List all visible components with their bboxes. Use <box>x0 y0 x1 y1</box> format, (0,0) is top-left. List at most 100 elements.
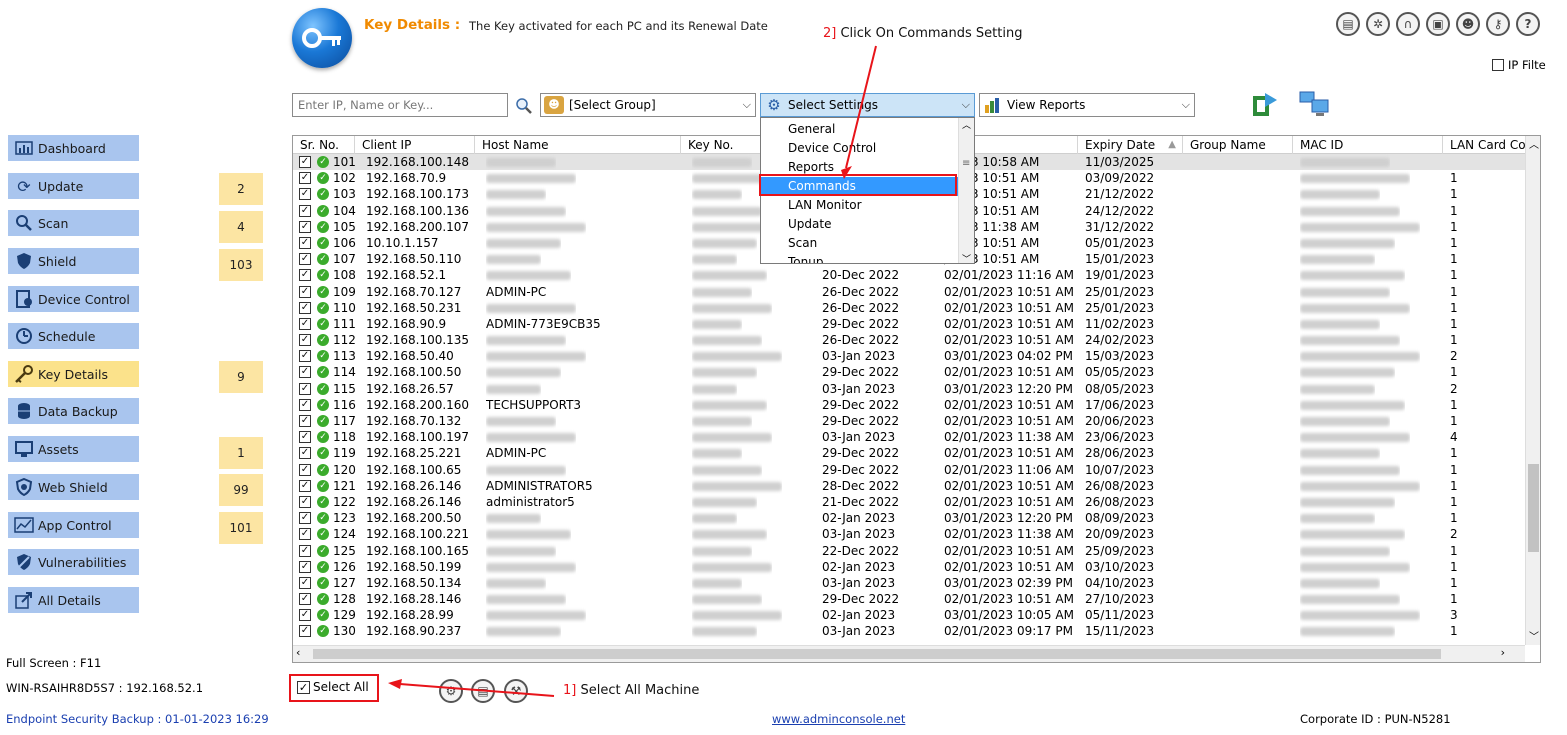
sidebar-item-key-details[interactable]: Key Details <box>8 361 139 387</box>
table-row[interactable]: ✓ ✓ 118 192.168.100.197 03-Jan 2023 02/01/202… <box>293 429 1525 445</box>
scrollbar-thumb[interactable] <box>313 649 1441 659</box>
table-row[interactable]: ✓ ✓ 128 192.168.28.146 29-Dec 2022 02/01/2023… <box>293 591 1525 607</box>
table-row[interactable]: ✓ ✓ 114 192.168.100.50 29-Dec 2022 02/01/2023… <box>293 364 1525 380</box>
col-client-ip[interactable]: Client IP <box>355 136 475 154</box>
sidebar-item-scan[interactable]: Scan <box>8 210 139 236</box>
row-checkbox[interactable]: ✓ <box>299 366 311 379</box>
table-row[interactable]: ✓ ✓ 108 192.168.52.1 20-Dec 2022 02/01/2023 1… <box>293 267 1525 283</box>
table-row[interactable]: ✓ ✓ 109 192.168.70.127 ADMIN-PC 26-Dec 2022 02… <box>293 284 1525 300</box>
row-checkbox[interactable]: ✓ <box>299 625 311 638</box>
table-row[interactable]: ✓ ✓ 121 192.168.26.146 ADMINISTRATOR5 28-Dec … <box>293 478 1525 494</box>
network-computers-icon[interactable] <box>1298 88 1332 120</box>
settings-option-tonup[interactable]: Tonup <box>761 253 960 263</box>
export-excel-icon[interactable] <box>1249 90 1279 120</box>
table-row[interactable]: ✓ ✓ 113 192.168.50.40 03-Jan 2023 03/01/2023 … <box>293 348 1525 364</box>
sidebar-item-dashboard[interactable]: Dashboard <box>8 135 139 161</box>
table-row[interactable]: ✓ ✓ 115 192.168.26.57 03-Jan 2023 03/01/2023 … <box>293 381 1525 397</box>
horizontal-scrollbar[interactable]: ‹ › <box>293 645 1525 662</box>
row-checkbox[interactable]: ✓ <box>299 447 311 460</box>
row-checkbox[interactable]: ✓ <box>299 334 311 347</box>
search-icon[interactable] <box>514 96 534 114</box>
row-checkbox[interactable]: ✓ <box>299 576 311 589</box>
users-icon[interactable]: ☻ <box>1456 12 1480 36</box>
reports-select[interactable]: View Reports ⌵ <box>979 93 1195 117</box>
scroll-down-icon[interactable]: ﹀ <box>962 252 971 263</box>
row-checkbox[interactable]: ✓ <box>299 398 311 411</box>
sidebar-item-data-backup[interactable]: Data Backup <box>8 398 139 424</box>
scroll-grip-icon[interactable]: ≡ <box>962 158 970 169</box>
sidebar-item-web-shield[interactable]: Web Shield <box>8 474 139 500</box>
printer-icon[interactable]: ▤ <box>1336 12 1360 36</box>
row-checkbox[interactable]: ✓ <box>299 188 311 201</box>
table-row[interactable]: ✓ ✓ 116 192.168.200.160 TECHSUPPORT3 29-Dec 2… <box>293 397 1525 413</box>
search-input[interactable]: Enter IP, Name or Key... <box>292 93 508 117</box>
headset-icon[interactable]: ∩ <box>1396 12 1420 36</box>
scrollbar-thumb[interactable] <box>1528 464 1539 552</box>
row-checkbox[interactable]: ✓ <box>299 528 311 541</box>
help-icon[interactable]: ? <box>1516 12 1540 36</box>
sidebar-item-device-control[interactable]: Device Control <box>8 286 139 312</box>
row-checkbox[interactable]: ✓ <box>299 253 311 266</box>
scroll-up-icon[interactable]: ︿ <box>1529 136 1539 151</box>
table-row[interactable]: ✓ ✓ 125 192.168.100.165 22-Dec 2022 02/01/202… <box>293 543 1525 559</box>
row-checkbox[interactable]: ✓ <box>299 544 311 557</box>
scroll-up-icon[interactable]: ︿ <box>962 118 971 131</box>
table-row[interactable]: ✓ ✓ 119 192.168.25.221 ADMIN-PC 29-Dec 2022 02… <box>293 445 1525 461</box>
row-checkbox[interactable]: ✓ <box>299 512 311 525</box>
table-row[interactable]: ✓ ✓ 120 192.168.100.65 29-Dec 2022 02/01/2023… <box>293 462 1525 478</box>
col-lan-card-count[interactable]: LAN Card Co <box>1443 136 1525 154</box>
row-checkbox[interactable]: ✓ <box>299 204 311 217</box>
row-checkbox[interactable]: ✓ <box>299 301 311 314</box>
col-mac-id[interactable]: MAC ID <box>1293 136 1443 154</box>
row-checkbox[interactable]: ✓ <box>299 415 311 427</box>
scroll-down-icon[interactable]: ﹀ <box>1529 628 1539 643</box>
sidebar-item-update[interactable]: ⟳ Update <box>8 173 139 199</box>
row-checkbox[interactable]: ✓ <box>299 495 311 508</box>
scroll-right-icon[interactable]: › <box>1501 646 1505 659</box>
row-checkbox[interactable]: ✓ <box>299 560 311 573</box>
table-row[interactable]: ✓ ✓ 122 192.168.26.146 administrator5 21-Dec … <box>293 494 1525 510</box>
row-checkbox[interactable]: ✓ <box>299 609 311 622</box>
col-host-name[interactable]: Host Name <box>475 136 681 154</box>
table-row[interactable]: ✓ ✓ 117 192.168.70.132 29-Dec 2022 02/01/2023… <box>293 413 1525 429</box>
settings-option-scan[interactable]: Scan <box>761 234 960 253</box>
col-group-name[interactable]: Group Name <box>1183 136 1293 154</box>
row-checkbox[interactable]: ✓ <box>299 382 311 395</box>
key-icon[interactable]: ⚷ <box>1486 12 1510 36</box>
row-checkbox[interactable]: ✓ <box>299 172 311 185</box>
sidebar-item-shield[interactable]: Shield <box>8 248 139 274</box>
row-checkbox[interactable]: ✓ <box>299 431 311 444</box>
table-row[interactable]: ✓ ✓ 126 192.168.50.199 02-Jan 2023 02/01/2023… <box>293 559 1525 575</box>
sidebar-item-vulnerabilities[interactable]: Vulnerabilities <box>8 549 139 575</box>
settings-option-lan-monitor[interactable]: LAN Monitor <box>761 196 960 215</box>
sidebar-item-schedule[interactable]: Schedule <box>8 323 139 349</box>
row-checkbox[interactable]: ✓ <box>299 236 311 249</box>
row-checkbox[interactable]: ✓ <box>299 593 311 606</box>
settings-option-update[interactable]: Update <box>761 215 960 234</box>
row-checkbox[interactable]: ✓ <box>299 463 311 476</box>
table-row[interactable]: ✓ ✓ 123 192.168.200.50 02-Jan 2023 03/01/2023… <box>293 510 1525 526</box>
col-expiry-date[interactable]: Expiry Date ▲ <box>1078 136 1183 154</box>
table-row[interactable]: ✓ ✓ 127 192.168.50.134 03-Jan 2023 03/01/2023… <box>293 575 1525 591</box>
select-all-checkbox[interactable]: ✓ <box>297 681 310 694</box>
row-checkbox[interactable]: ✓ <box>299 285 311 298</box>
group-select[interactable]: ☻ [Select Group] ⌵ <box>540 93 756 117</box>
row-checkbox[interactable]: ✓ <box>299 317 311 330</box>
console-link[interactable]: www.adminconsole.net <box>772 712 905 726</box>
sidebar-item-all-details[interactable]: All Details <box>8 587 139 613</box>
vertical-scrollbar[interactable]: ︿ ﹀ <box>1525 136 1540 645</box>
row-checkbox[interactable]: ✓ <box>299 156 311 168</box>
col-sr-no[interactable]: Sr. No. <box>293 136 355 154</box>
table-row[interactable]: ✓ ✓ 130 192.168.90.237 03-Jan 2023 02/01/2023… <box>293 623 1525 639</box>
table-row[interactable]: ✓ ✓ 124 192.168.100.221 03-Jan 2023 02/01/202… <box>293 526 1525 542</box>
row-checkbox[interactable]: ✓ <box>299 269 311 282</box>
scroll-left-icon[interactable]: ‹ <box>296 646 300 659</box>
row-checkbox[interactable]: ✓ <box>299 479 311 492</box>
row-checkbox[interactable]: ✓ <box>299 350 311 363</box>
row-checkbox[interactable]: ✓ <box>299 220 311 233</box>
dropdown-scrollbar[interactable]: ︿ ≡ ﹀ <box>958 118 974 263</box>
sidebar-item-app-control[interactable]: App Control <box>8 512 139 538</box>
monitor-icon[interactable]: ▣ <box>1426 12 1450 36</box>
table-row[interactable]: ✓ ✓ 129 192.168.28.99 02-Jan 2023 03/01/2023 … <box>293 607 1525 623</box>
sidebar-item-assets[interactable]: Assets <box>8 436 139 462</box>
